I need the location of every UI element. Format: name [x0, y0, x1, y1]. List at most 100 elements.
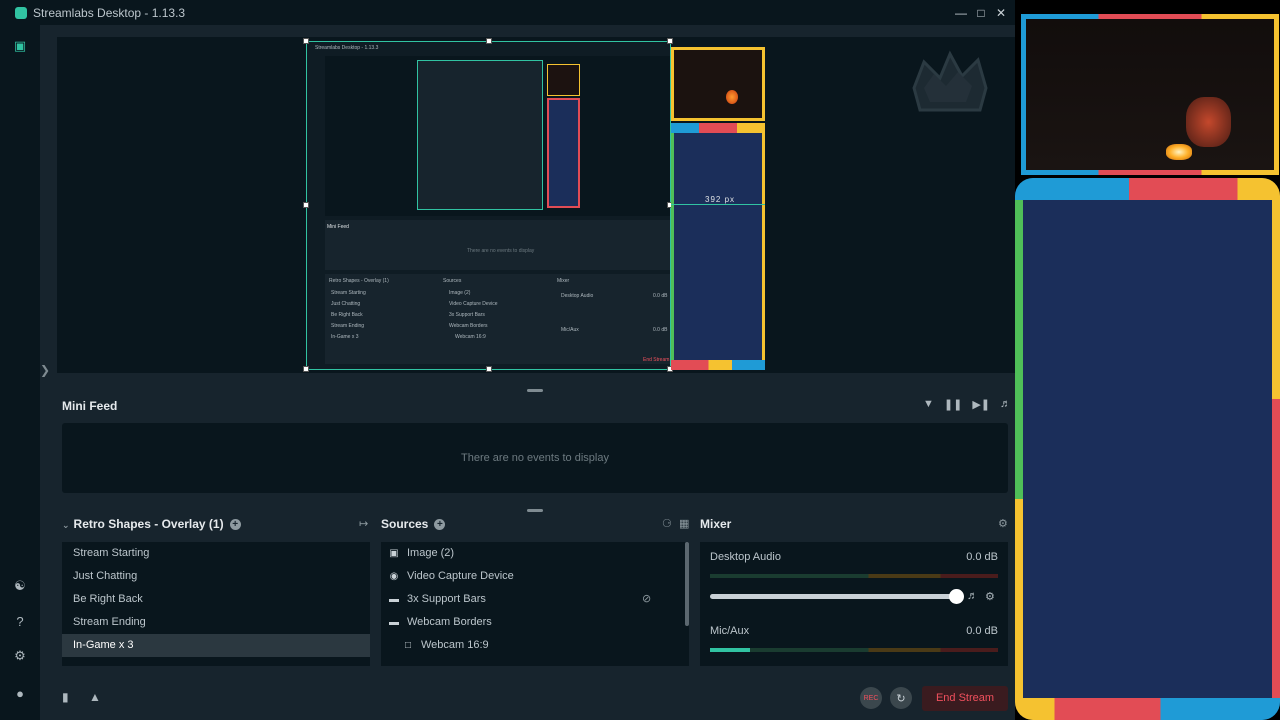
file-icon: □: [404, 640, 412, 651]
webcam-frame[interactable]: [671, 47, 765, 121]
sources-scrollbar[interactable]: [685, 542, 689, 626]
resize-handle-sw[interactable]: [303, 366, 309, 372]
stats-icon[interactable]: ▮: [62, 690, 69, 704]
source-item[interactable]: ▬ 3x Support Bars: [387, 588, 486, 611]
scene-item-active[interactable]: In-Game x 3: [62, 634, 370, 657]
expand-chevron-icon[interactable]: ❯: [40, 363, 50, 377]
maximize-icon[interactable]: □: [971, 0, 991, 25]
minimize-icon[interactable]: —: [951, 0, 971, 25]
themes-icon[interactable]: ☯: [12, 578, 28, 594]
nested-scene-3: Stream Ending: [331, 323, 365, 329]
size-readout: 392 px: [705, 195, 736, 204]
resize-handle-n[interactable]: [486, 38, 492, 44]
nested-dock: [325, 274, 670, 364]
scenes-header[interactable]: ⌄ Retro Shapes - Overlay (1) +: [62, 517, 241, 531]
volume-knob[interactable]: [949, 589, 964, 604]
streamer-silhouette: [1186, 97, 1231, 147]
mini-feed-empty: There are no events to display: [461, 452, 609, 464]
scenes-title: Retro Shapes - Overlay (1): [73, 517, 224, 531]
bar-left-edge: [671, 133, 674, 360]
volume-icon[interactable]: ♬: [1000, 398, 1011, 411]
mixer-header: Mixer: [700, 517, 731, 531]
window-controls: — □ ✕: [951, 0, 1011, 25]
mixer-title: Mixer: [700, 517, 732, 531]
notification-bell-icon[interactable]: ▲: [89, 690, 101, 704]
nested-webcam: [547, 64, 580, 96]
nested-scene-4: In-Game x 3: [331, 334, 359, 340]
resize-handle-w[interactable]: [303, 202, 309, 208]
scene-item[interactable]: Just Chatting: [62, 565, 370, 588]
skip-icon[interactable]: ▶❚: [972, 398, 990, 411]
bar-top-stripe: [1015, 178, 1280, 200]
mic-aux-db: 0.0 dB: [966, 625, 998, 637]
source-item[interactable]: ▬ Webcam Borders: [387, 611, 492, 634]
nested-scene-1: Just Chatting: [331, 301, 361, 307]
mic-aux-level: [710, 648, 751, 652]
nested-source-4: Webcam 16:9: [455, 334, 486, 340]
source-mute-icon[interactable]: ⚆: [662, 517, 672, 530]
scene-item[interactable]: Stream Starting: [62, 542, 370, 565]
mixer-settings-icon[interactable]: ⚙: [998, 517, 1008, 530]
close-icon[interactable]: ✕: [991, 0, 1011, 25]
folder-open-icon: ▬: [389, 617, 399, 628]
nested-scene-0: Stream Starting: [331, 290, 366, 296]
streamlabs-logo-icon: [15, 6, 27, 19]
nested-display-capture[interactable]: Streamlabs Desktop - 1.13.3 Mini Feed Th…: [303, 38, 673, 372]
feed-resize-handle[interactable]: [527, 389, 543, 392]
nested-inner-capture: [417, 60, 543, 210]
scene-item[interactable]: Be Right Back: [62, 588, 370, 611]
scene-item[interactable]: Stream Ending: [62, 611, 370, 634]
replay-buffer-icon[interactable]: ↻: [890, 687, 912, 709]
filter-icon[interactable]: ▼: [923, 398, 934, 411]
settings-icon[interactable]: ⚙: [12, 648, 28, 664]
source-item[interactable]: ▣ Image (2): [387, 542, 454, 565]
collapse-chevron-icon[interactable]: ⌄: [62, 520, 70, 530]
mixer-panel: Desktop Audio 0.0 dB ♬ ⚙ Mic/Aux 0.0 dB: [700, 542, 1008, 666]
scene-transition-icon[interactable]: ↦: [359, 517, 368, 530]
hidden-eye-icon[interactable]: ⊘: [642, 592, 651, 605]
nested-feed: [325, 220, 670, 270]
webcam-icon: ◉: [389, 571, 399, 582]
resize-handle-s[interactable]: [486, 366, 492, 372]
bar-bottom-stripe: [1015, 698, 1280, 720]
streamlabs-window: Streamlabs Desktop - 1.13.3 — □ ✕ ▣ ☯ ? …: [0, 0, 1015, 720]
bar-bottom-stripe: [671, 360, 765, 370]
nested-mic-db: 0.0 dB: [653, 327, 668, 333]
studio-icon[interactable]: ▣: [12, 38, 28, 54]
source-item[interactable]: ◉ Video Capture Device: [387, 565, 514, 588]
nested-mic: Mic/Aux: [561, 327, 579, 333]
desktop-audio-meter: [710, 574, 998, 578]
bar-top-stripe: [671, 123, 765, 133]
add-scene-icon[interactable]: +: [229, 519, 241, 530]
nested-mixer-label: Mixer: [557, 278, 570, 284]
record-button[interactable]: REC: [860, 687, 882, 709]
desktop-audio-volume-slider[interactable]: [710, 589, 964, 604]
nested-end-stream: End Stream: [643, 357, 670, 363]
mic-aux-meter: [710, 648, 998, 652]
source-label: Webcam 16:9: [421, 639, 489, 651]
nested-source-0: Image (2): [449, 290, 471, 296]
folder-icon: ▬: [389, 594, 399, 605]
source-item[interactable]: □ Webcam 16:9: [401, 634, 489, 657]
stream-overlay-output: [1015, 0, 1280, 720]
audio-settings-icon[interactable]: ⚙: [985, 590, 995, 603]
bar-right-edge: [762, 133, 765, 360]
profile-icon[interactable]: ●: [12, 685, 28, 701]
end-stream-button[interactable]: End Stream: [922, 686, 1008, 711]
resize-handle-nw[interactable]: [303, 38, 309, 44]
resize-handle-ne[interactable]: [667, 38, 673, 44]
nested-feed-empty: There are no events to display: [467, 248, 535, 254]
add-source-icon[interactable]: +: [434, 519, 446, 530]
bar-right-edge: [1272, 200, 1280, 698]
nested-source-1: Video Capture Device: [449, 301, 498, 307]
nested-sources-label: Sources: [443, 278, 462, 284]
image-icon: ▣: [389, 548, 399, 559]
help-icon[interactable]: ?: [12, 613, 28, 629]
add-folder-icon[interactable]: ▦: [679, 517, 689, 530]
crown-icon: [912, 50, 988, 112]
mute-icon[interactable]: ♬: [967, 590, 978, 602]
side-nav: ▣ ☯ ? ⚙ ●: [0, 25, 40, 720]
source-label: Image (2): [407, 547, 455, 559]
support-bar-selected[interactable]: 392 px: [671, 123, 765, 370]
pause-icon[interactable]: ❚❚: [944, 398, 962, 411]
